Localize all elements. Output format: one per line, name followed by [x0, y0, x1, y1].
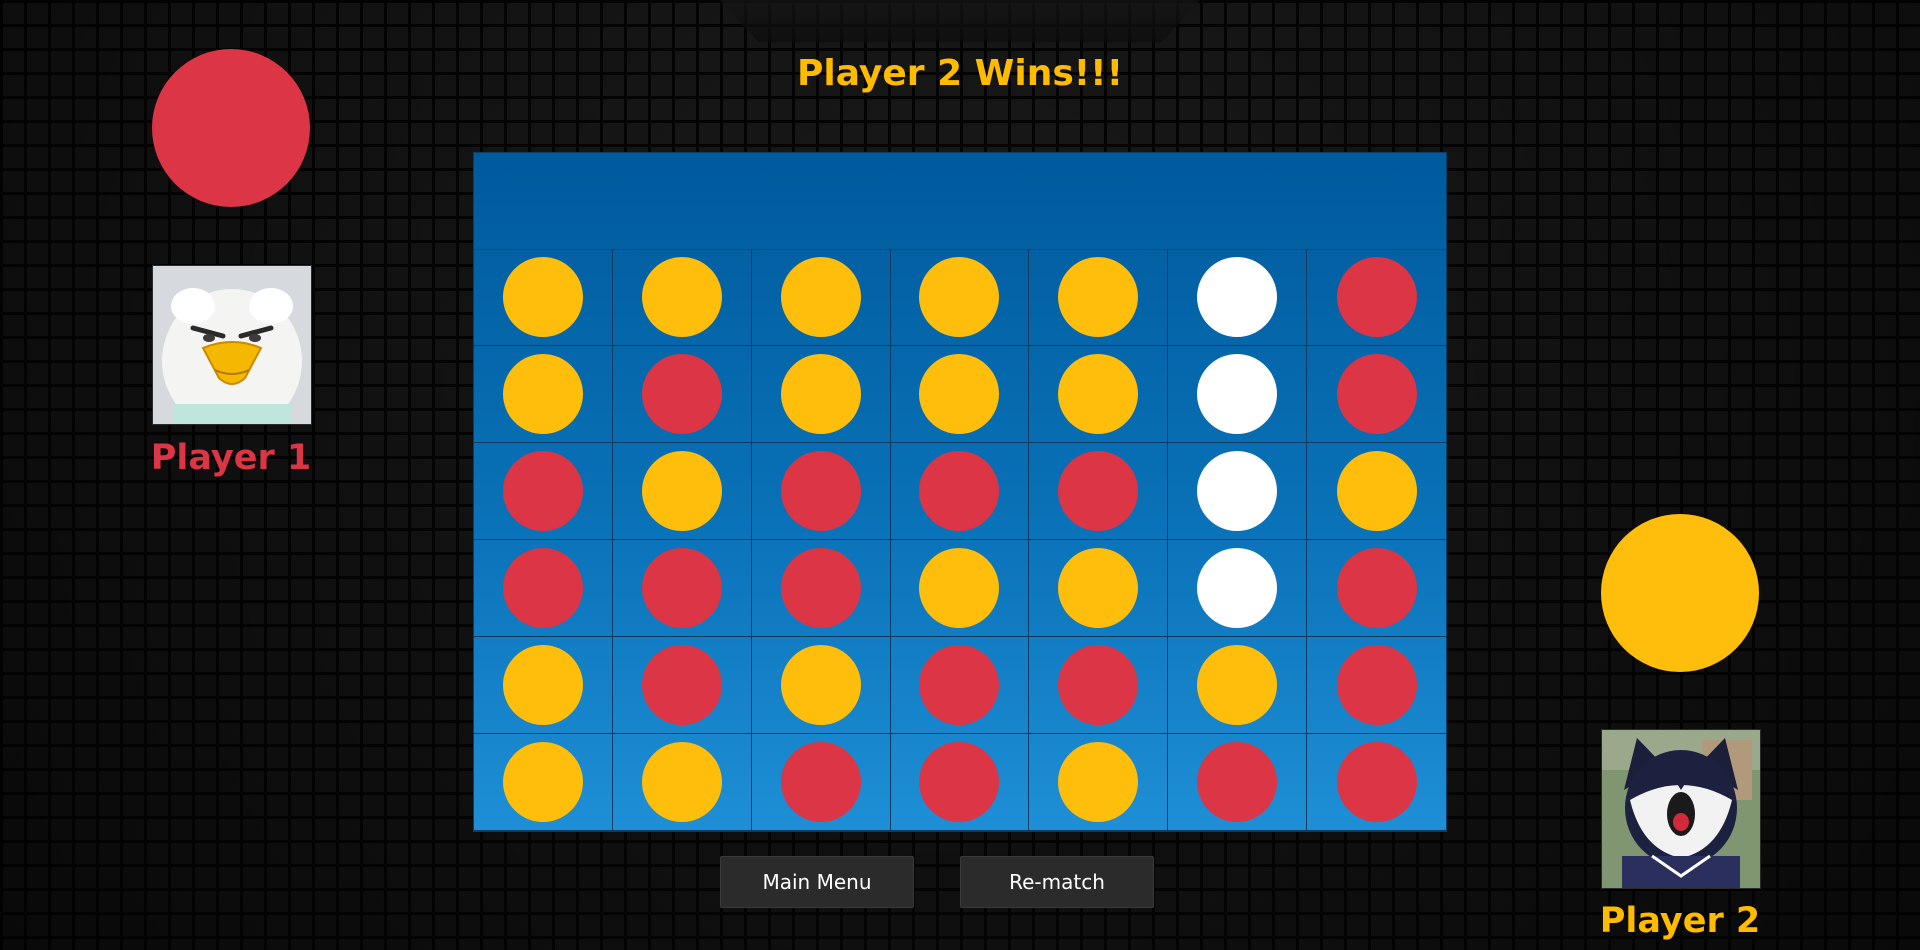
board-cell[interactable]	[751, 734, 891, 831]
board-cell[interactable]	[1307, 540, 1446, 637]
yellow-disc	[1058, 548, 1139, 628]
player-2-disc-indicator	[1601, 514, 1759, 672]
red-disc	[780, 742, 861, 822]
board-cell[interactable]	[1029, 734, 1169, 831]
board-cell[interactable]	[1029, 346, 1169, 443]
board-cell[interactable]	[1029, 637, 1169, 734]
player-1-disc-indicator	[152, 49, 310, 207]
red-disc	[1336, 548, 1417, 628]
column-drop-zone[interactable]	[474, 153, 1446, 250]
player-2-avatar	[1601, 729, 1761, 889]
board-cell[interactable]	[751, 540, 891, 637]
yellow-disc	[919, 257, 1000, 337]
board-cell[interactable]	[890, 346, 1030, 443]
board-cell[interactable]	[612, 346, 752, 443]
board-cell[interactable]	[1029, 540, 1169, 637]
rematch-button[interactable]: Re-match	[960, 856, 1154, 908]
husky-mascot-icon	[1602, 730, 1760, 888]
board-grid	[474, 249, 1446, 831]
board-cell[interactable]	[1168, 443, 1308, 540]
player-2-name: Player 2	[1599, 901, 1761, 941]
board-cell[interactable]	[612, 734, 752, 831]
yellow-disc	[641, 742, 722, 822]
red-disc	[919, 742, 1000, 822]
board-cell[interactable]	[474, 346, 613, 443]
board-cell[interactable]	[1168, 540, 1308, 637]
yellow-disc	[502, 645, 583, 725]
red-disc	[1336, 257, 1417, 337]
board-cell[interactable]	[1168, 249, 1308, 346]
board-cell[interactable]	[1168, 346, 1308, 443]
game-board	[474, 153, 1446, 831]
eagle-mascot-icon	[153, 266, 311, 424]
board-cell[interactable]	[474, 540, 613, 637]
white-disc	[1197, 354, 1278, 434]
board-cell[interactable]	[1307, 346, 1446, 443]
red-disc	[502, 451, 583, 531]
board-cell[interactable]	[612, 637, 752, 734]
yellow-disc	[502, 354, 583, 434]
board-cell[interactable]	[612, 443, 752, 540]
board-cell[interactable]	[890, 734, 1030, 831]
yellow-disc	[780, 354, 861, 434]
board-cell[interactable]	[474, 734, 613, 831]
player-1-name: Player 1	[150, 438, 312, 478]
board-cell[interactable]	[612, 540, 752, 637]
board-cell[interactable]	[1168, 734, 1308, 831]
red-disc	[780, 548, 861, 628]
board-cell[interactable]	[890, 443, 1030, 540]
yellow-disc	[1058, 354, 1139, 434]
red-disc	[641, 548, 722, 628]
player-1-avatar	[152, 265, 312, 425]
yellow-disc	[1058, 257, 1139, 337]
white-disc	[1197, 548, 1278, 628]
red-disc	[1336, 645, 1417, 725]
board-cell[interactable]	[751, 637, 891, 734]
red-disc	[919, 645, 1000, 725]
yellow-disc	[919, 354, 1000, 434]
yellow-disc	[502, 742, 583, 822]
board-cell[interactable]	[1307, 249, 1446, 346]
yellow-disc	[1197, 645, 1278, 725]
board-cell[interactable]	[1307, 734, 1446, 831]
yellow-disc	[502, 257, 583, 337]
board-cell[interactable]	[751, 443, 891, 540]
board-cell[interactable]	[474, 637, 613, 734]
yellow-disc	[641, 451, 722, 531]
header-notch	[720, 0, 1200, 42]
yellow-disc	[780, 645, 861, 725]
red-disc	[641, 645, 722, 725]
board-cell[interactable]	[474, 443, 613, 540]
board-cell[interactable]	[474, 249, 613, 346]
white-disc	[1197, 451, 1278, 531]
yellow-disc	[780, 257, 861, 337]
board-cell[interactable]	[890, 249, 1030, 346]
red-disc	[502, 548, 583, 628]
board-cell[interactable]	[751, 249, 891, 346]
board-cell[interactable]	[751, 346, 891, 443]
board-cell[interactable]	[890, 637, 1030, 734]
yellow-disc	[1058, 742, 1139, 822]
board-cell[interactable]	[1029, 249, 1169, 346]
main-menu-button[interactable]: Main Menu	[720, 856, 914, 908]
board-cell[interactable]	[612, 249, 752, 346]
board-cell[interactable]	[1307, 443, 1446, 540]
red-disc	[1058, 451, 1139, 531]
red-disc	[780, 451, 861, 531]
yellow-disc	[919, 548, 1000, 628]
red-disc	[919, 451, 1000, 531]
red-disc	[1058, 645, 1139, 725]
red-disc	[641, 354, 722, 434]
yellow-disc	[641, 257, 722, 337]
board-cell[interactable]	[890, 540, 1030, 637]
red-disc	[1197, 742, 1278, 822]
white-disc	[1197, 257, 1278, 337]
board-cell[interactable]	[1168, 637, 1308, 734]
board-cell[interactable]	[1307, 637, 1446, 734]
board-cell[interactable]	[1029, 443, 1169, 540]
red-disc	[1336, 354, 1417, 434]
yellow-disc	[1336, 451, 1417, 531]
red-disc	[1336, 742, 1417, 822]
